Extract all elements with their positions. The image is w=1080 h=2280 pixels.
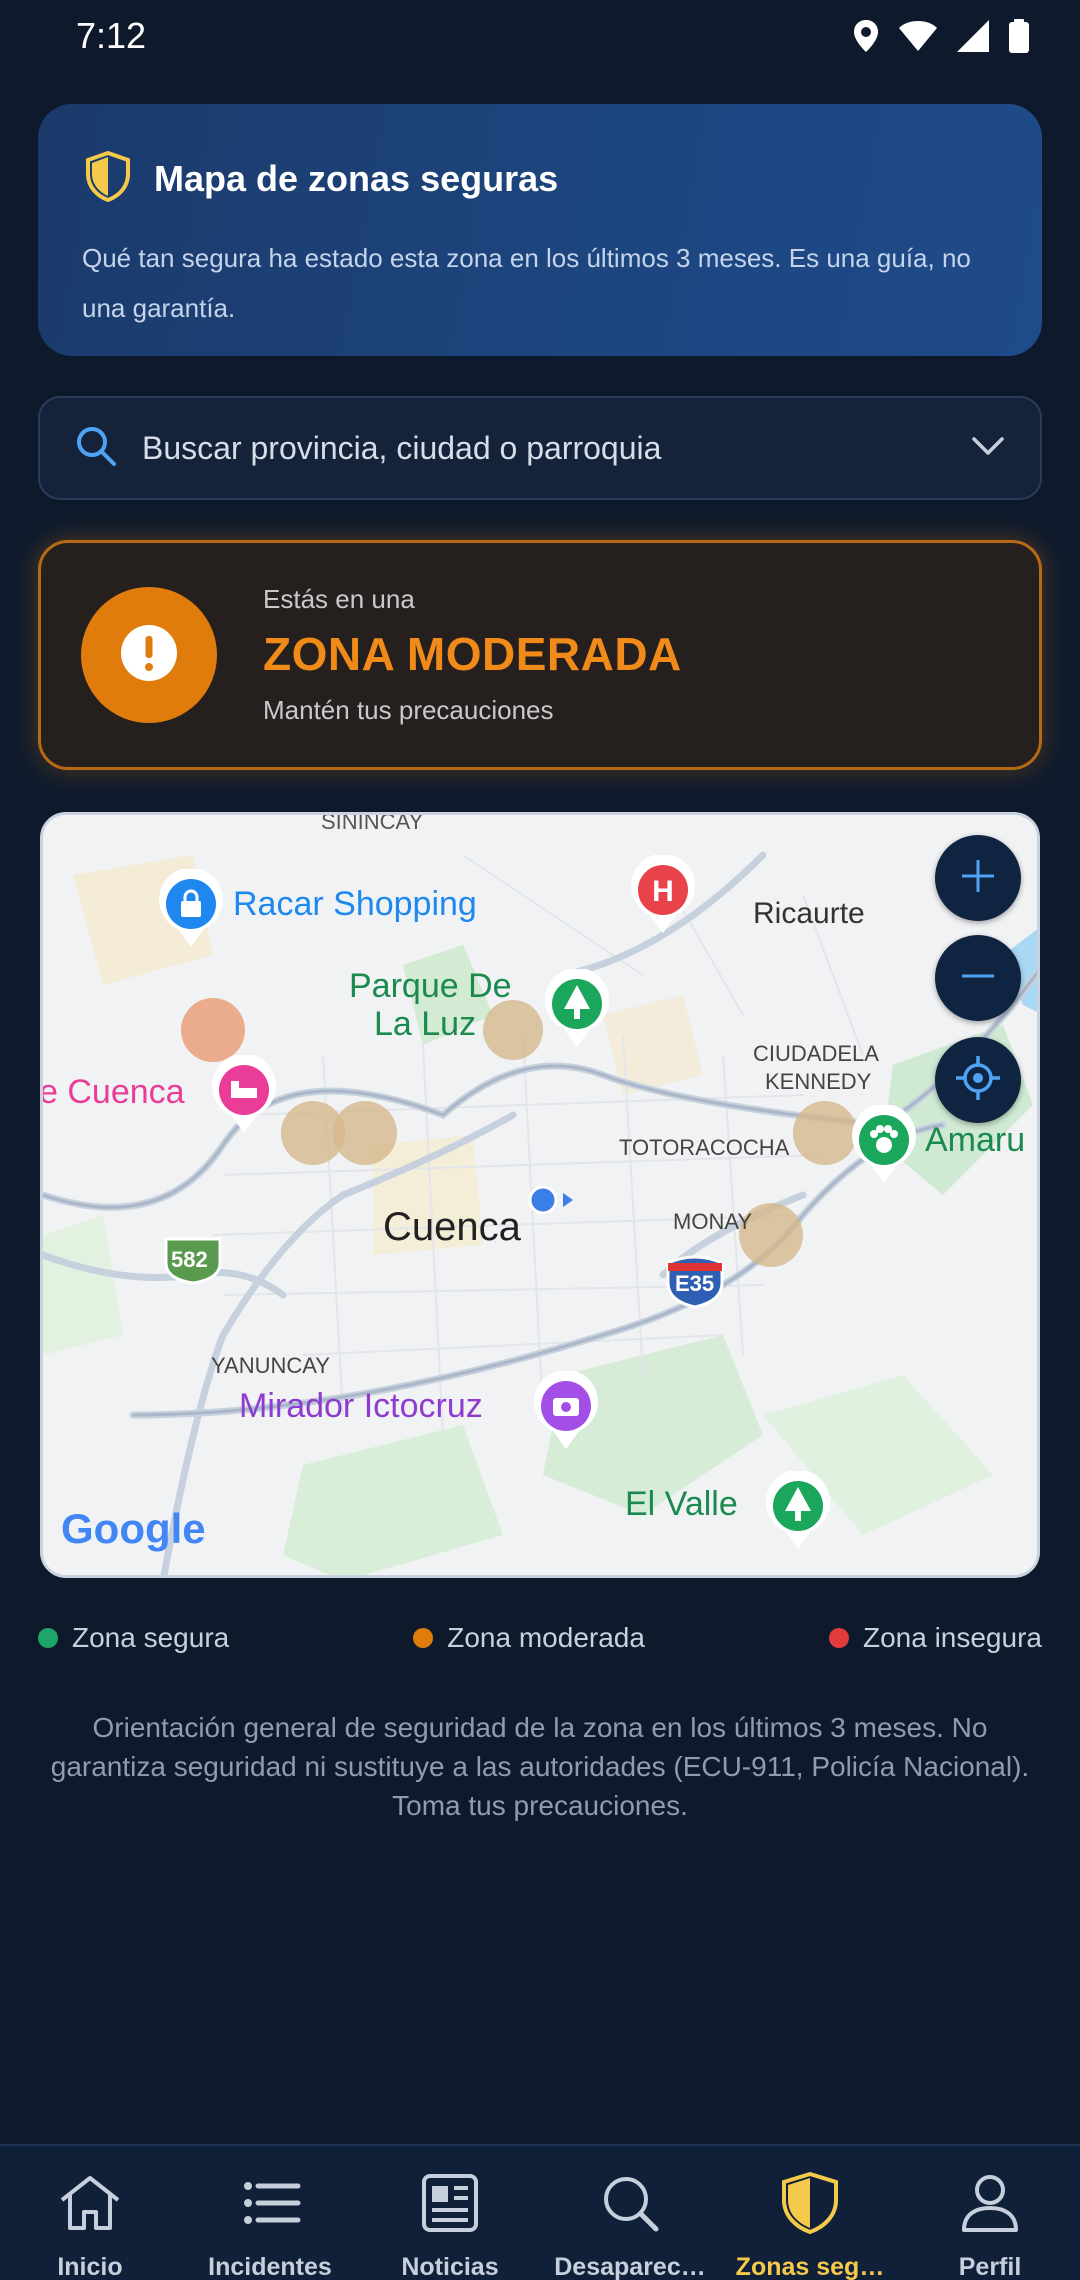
nav-label: Noticias: [401, 2253, 499, 2280]
shield-icon: [776, 2171, 844, 2239]
list-icon: [236, 2172, 304, 2239]
map-label-monay: MONAY: [673, 1209, 753, 1234]
zone-prefix: Estás en una: [263, 584, 415, 614]
newspaper-icon: [416, 2172, 484, 2239]
svg-text:H: H: [652, 875, 674, 908]
search-input[interactable]: [142, 429, 970, 467]
search-bar[interactable]: [38, 396, 1042, 500]
map-legend: Zona segura Zona moderada Zona insegura: [38, 1622, 1042, 1654]
park-pin-icon[interactable]: [542, 967, 612, 1054]
legend-label: Zona insegura: [862, 1622, 1042, 1653]
battery-icon: [1008, 19, 1030, 53]
nav-label: Perfil: [958, 2253, 1022, 2280]
map-label-cuenca: Cuenca: [383, 1205, 521, 1249]
home-icon: [56, 2172, 124, 2239]
zoom-in-button[interactable]: [935, 835, 1021, 921]
nav-label: Desaparec…: [554, 2253, 706, 2280]
legend-item-insecure: Zona insegura: [828, 1622, 1042, 1654]
status-icons: [852, 19, 1030, 53]
legend-dot-insecure: [828, 1628, 849, 1648]
zoom-out-button[interactable]: [935, 935, 1021, 1021]
disclaimer-text: Orientación general de seguridad de la z…: [50, 1712, 1030, 1821]
search-icon: [74, 424, 118, 473]
nav-item-zonas-seguras[interactable]: Zonas seg…: [720, 2146, 900, 2280]
location-icon: [852, 19, 880, 53]
nav-item-desaparecidos[interactable]: Desaparec…: [540, 2146, 720, 2280]
zone-status-card: Estás en una ZONA MODERADA Mantén tus pr…: [38, 540, 1042, 770]
alert-icon: [119, 623, 179, 688]
bottom-nav: Inicio Incidentes Noticias Desaparec… Zo…: [0, 2144, 1080, 2280]
header-card: Mapa de zonas seguras Qué tan segura ha …: [38, 104, 1042, 356]
nav-item-inicio[interactable]: Inicio: [0, 2146, 180, 2280]
map-label-cuenca-left: e Cuenca: [40, 1073, 185, 1111]
hospital-pin-icon[interactable]: H: [628, 853, 698, 940]
legend-label: Zona segura: [72, 1622, 230, 1653]
map-view[interactable]: H 582 E35 SININCAY Racar Shopping Ricaur…: [40, 812, 1040, 1578]
map-label-parque-1: Parque De: [349, 967, 512, 1005]
zone-advice: Mantén tus precauciones: [263, 695, 554, 725]
google-logo: Google: [61, 1505, 206, 1552]
map-label-ciudadela-2: KENNEDY: [765, 1069, 872, 1094]
legend-dot-moderate: [413, 1628, 434, 1648]
page-title: Mapa de zonas seguras: [154, 157, 559, 199]
nav-item-noticias[interactable]: Noticias: [360, 2146, 540, 2280]
person-icon: [956, 2172, 1024, 2239]
nav-label: Inicio: [57, 2253, 123, 2280]
minus-icon: [958, 956, 998, 1001]
page-description: Qué tan segura ha estado esta zona en lo…: [82, 243, 971, 323]
shield-icon: [82, 150, 134, 207]
route-e35-label: E35: [675, 1271, 715, 1296]
zoo-pin-icon[interactable]: [849, 1103, 919, 1190]
map-label-mirador: Mirador Ictocruz: [239, 1387, 483, 1425]
status-bar: 7:12: [0, 0, 1080, 72]
search-icon: [596, 2172, 664, 2239]
map-label-yanuncay: YANUNCAY: [211, 1353, 330, 1378]
nav-item-perfil[interactable]: Perfil: [900, 2146, 1080, 2280]
map-label-ricaurte: Ricaurte: [753, 897, 865, 930]
legend-item-moderate: Zona moderada: [413, 1622, 645, 1654]
map-label-sinincay: SININCAY: [321, 812, 424, 834]
camera-pin-icon[interactable]: [531, 1369, 601, 1456]
nav-label: Zonas seg…: [735, 2253, 885, 2280]
crosshair-icon: [954, 1054, 1002, 1107]
legend-dot-safe: [38, 1628, 58, 1648]
route-582-label: 582: [171, 1247, 208, 1272]
park-pin-icon[interactable]: [763, 1469, 833, 1556]
map-label-ciudadela-1: CIUDADELA: [753, 1041, 879, 1066]
nav-item-incidentes[interactable]: Incidentes: [180, 2146, 360, 2280]
status-time: 7:12: [76, 15, 147, 56]
map-label-amaru: Amaru: [925, 1121, 1026, 1159]
shopping-pin-icon[interactable]: [156, 867, 226, 954]
map-label-totoracocha: TOTORACOCHA: [619, 1135, 790, 1160]
my-location-button[interactable]: [935, 1037, 1021, 1123]
map-label-elvalle: El Valle: [625, 1485, 738, 1523]
hotel-pin-icon[interactable]: [209, 1053, 279, 1140]
chevron-down-icon[interactable]: [970, 434, 1006, 463]
map-label-parque-2: La Luz: [374, 1005, 477, 1043]
legend-item-safe: Zona segura: [38, 1622, 229, 1654]
nav-label: Incidentes: [208, 2253, 332, 2280]
zone-badge: [81, 587, 217, 723]
map-label-racar: Racar Shopping: [233, 885, 477, 923]
signal-icon: [956, 19, 990, 53]
wifi-icon: [898, 20, 938, 52]
plus-icon: [958, 856, 998, 901]
zone-level: ZONA MODERADA: [263, 628, 682, 680]
legend-label: Zona moderada: [447, 1622, 645, 1653]
